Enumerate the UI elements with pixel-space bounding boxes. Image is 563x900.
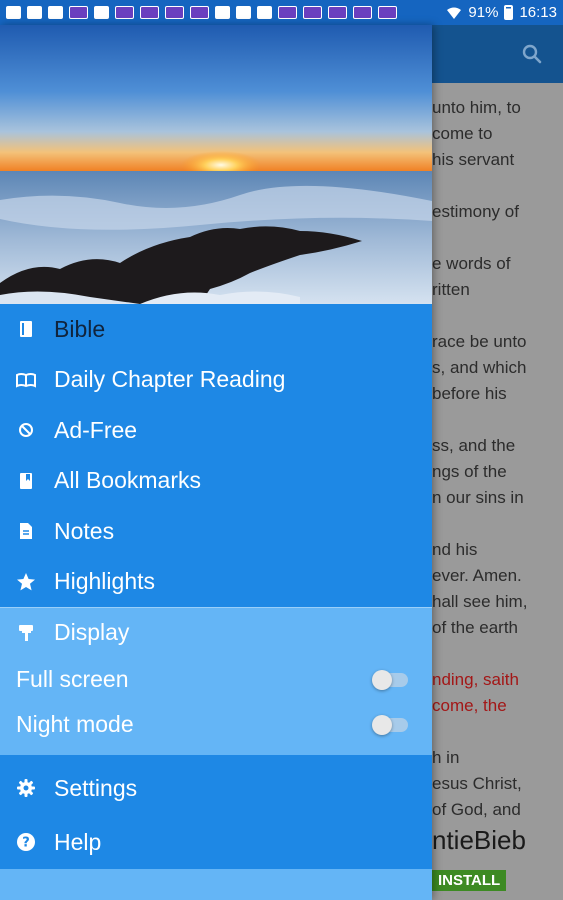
verse-line: come, the [432, 696, 507, 715]
menu-item-label: All Bookmarks [54, 467, 201, 494]
verse-line: ever. Amen. [432, 566, 522, 585]
paint-roller-icon [16, 623, 36, 643]
verse-line: hall see him, [432, 592, 528, 611]
menu-item-label: Settings [54, 774, 138, 801]
display-header: Display [0, 607, 432, 657]
app-notification-icon [140, 6, 159, 19]
night-mode-row: Night mode [0, 702, 432, 747]
menu-item-label: Ad-Free [54, 416, 138, 443]
menu-item-label: Notes [54, 517, 115, 544]
verse-line: ritten [432, 280, 470, 299]
note-icon [16, 521, 36, 541]
gear-icon [16, 778, 36, 798]
clock: 16:13 [519, 4, 557, 21]
verse-line: ngs of the [432, 462, 507, 481]
verse-line: n our sins in [432, 488, 524, 507]
verse-line: of God, and [432, 800, 521, 819]
app-notification-icon [378, 6, 397, 19]
ad-install-button[interactable]: INSTALL [432, 870, 507, 891]
verse-line: nd his [432, 540, 478, 559]
phone-notification-icon [6, 6, 21, 19]
status-bar: 91% 16:13 [0, 0, 563, 25]
verse-line: before his [432, 384, 507, 403]
menu-item-label: Daily Chapter Reading [54, 366, 286, 393]
verse-line: estimony of [432, 202, 519, 221]
star-icon [16, 572, 36, 592]
app-notification-icon [165, 6, 184, 19]
verse-line: race be unto [432, 332, 527, 351]
bottom-menu: Settings ? Help [0, 755, 432, 869]
bible-notification-icon [236, 6, 251, 19]
display-section: Display Full screen Night mode [0, 607, 432, 755]
app-notification-icon [278, 6, 297, 19]
night-mode-label: Night mode [16, 711, 134, 737]
app-notification-icon [328, 6, 347, 19]
menu-item-label: Highlights [54, 568, 155, 595]
verse-line: s, and which [432, 358, 527, 377]
verse-line: esus Christ, [432, 774, 522, 793]
image-notification-icon [27, 6, 42, 19]
app-notification-icon [303, 6, 322, 19]
search-icon[interactable] [521, 43, 543, 65]
gallery-notification-icon [94, 6, 109, 19]
menu-item-highlights[interactable]: Highlights [0, 557, 432, 608]
menu-item-label: Bible [54, 315, 106, 342]
menu-item-daily-chapter-reading[interactable]: Daily Chapter Reading [0, 355, 432, 406]
verse-line: of the earth [432, 618, 519, 637]
menu-item-ad-free[interactable]: Ad-Free [0, 405, 432, 456]
menu-item-all-bookmarks[interactable]: All Bookmarks [0, 456, 432, 507]
app-notification-icon [353, 6, 372, 19]
menu-item-notes[interactable]: Notes [0, 506, 432, 557]
bible-notification-icon [257, 6, 272, 19]
drawer-header-image [0, 25, 432, 304]
full-screen-toggle[interactable] [372, 669, 408, 690]
verse-line: ss, and the [432, 436, 516, 455]
verse-line: nding, saith [432, 670, 519, 689]
menu-item-help[interactable]: ? Help [0, 815, 432, 869]
battery-icon [504, 5, 514, 20]
full-screen-label: Full screen [16, 666, 129, 692]
drawer-footer [0, 869, 432, 900]
verse-line: h in [432, 748, 460, 767]
battery-percent: 91% [468, 4, 499, 21]
chrome-notification-icon [215, 6, 230, 19]
menu-item-settings[interactable]: Settings [0, 761, 432, 815]
verse-line: unto him, to [432, 98, 521, 117]
menu-item-label: Help [54, 828, 102, 855]
toggle-knob [372, 669, 392, 690]
dropbox-notification-icon [48, 6, 63, 19]
svg-text:?: ? [22, 836, 30, 851]
status-right: 91% 16:13 [446, 4, 557, 21]
no-ads-icon [16, 420, 36, 440]
bookmark-icon [16, 471, 36, 491]
book-icon [16, 319, 36, 339]
night-mode-toggle[interactable] [372, 714, 408, 735]
ad-title[interactable]: ntieBieb [432, 825, 526, 856]
app-notification-icon [190, 6, 209, 19]
wifi-icon [447, 7, 462, 19]
toggle-knob [372, 714, 392, 735]
verse-text: unto him, to come to his servant estimon… [432, 95, 563, 823]
full-screen-row: Full screen [0, 657, 432, 702]
notification-icons [6, 6, 397, 19]
help-icon: ? [16, 832, 36, 852]
app-notification-icon [115, 6, 134, 19]
app-notification-icon [69, 6, 88, 19]
sunrise-image [0, 25, 432, 304]
verse-line: his servant [432, 150, 515, 169]
menu-item-bible[interactable]: Bible [0, 304, 432, 355]
display-label: Display [54, 619, 130, 645]
open-book-icon [16, 370, 36, 390]
verse-line: come to [432, 124, 493, 143]
verse-line: e words of [432, 254, 511, 273]
navigation-drawer: Bible Daily Chapter Reading Ad-Free All … [0, 25, 432, 900]
